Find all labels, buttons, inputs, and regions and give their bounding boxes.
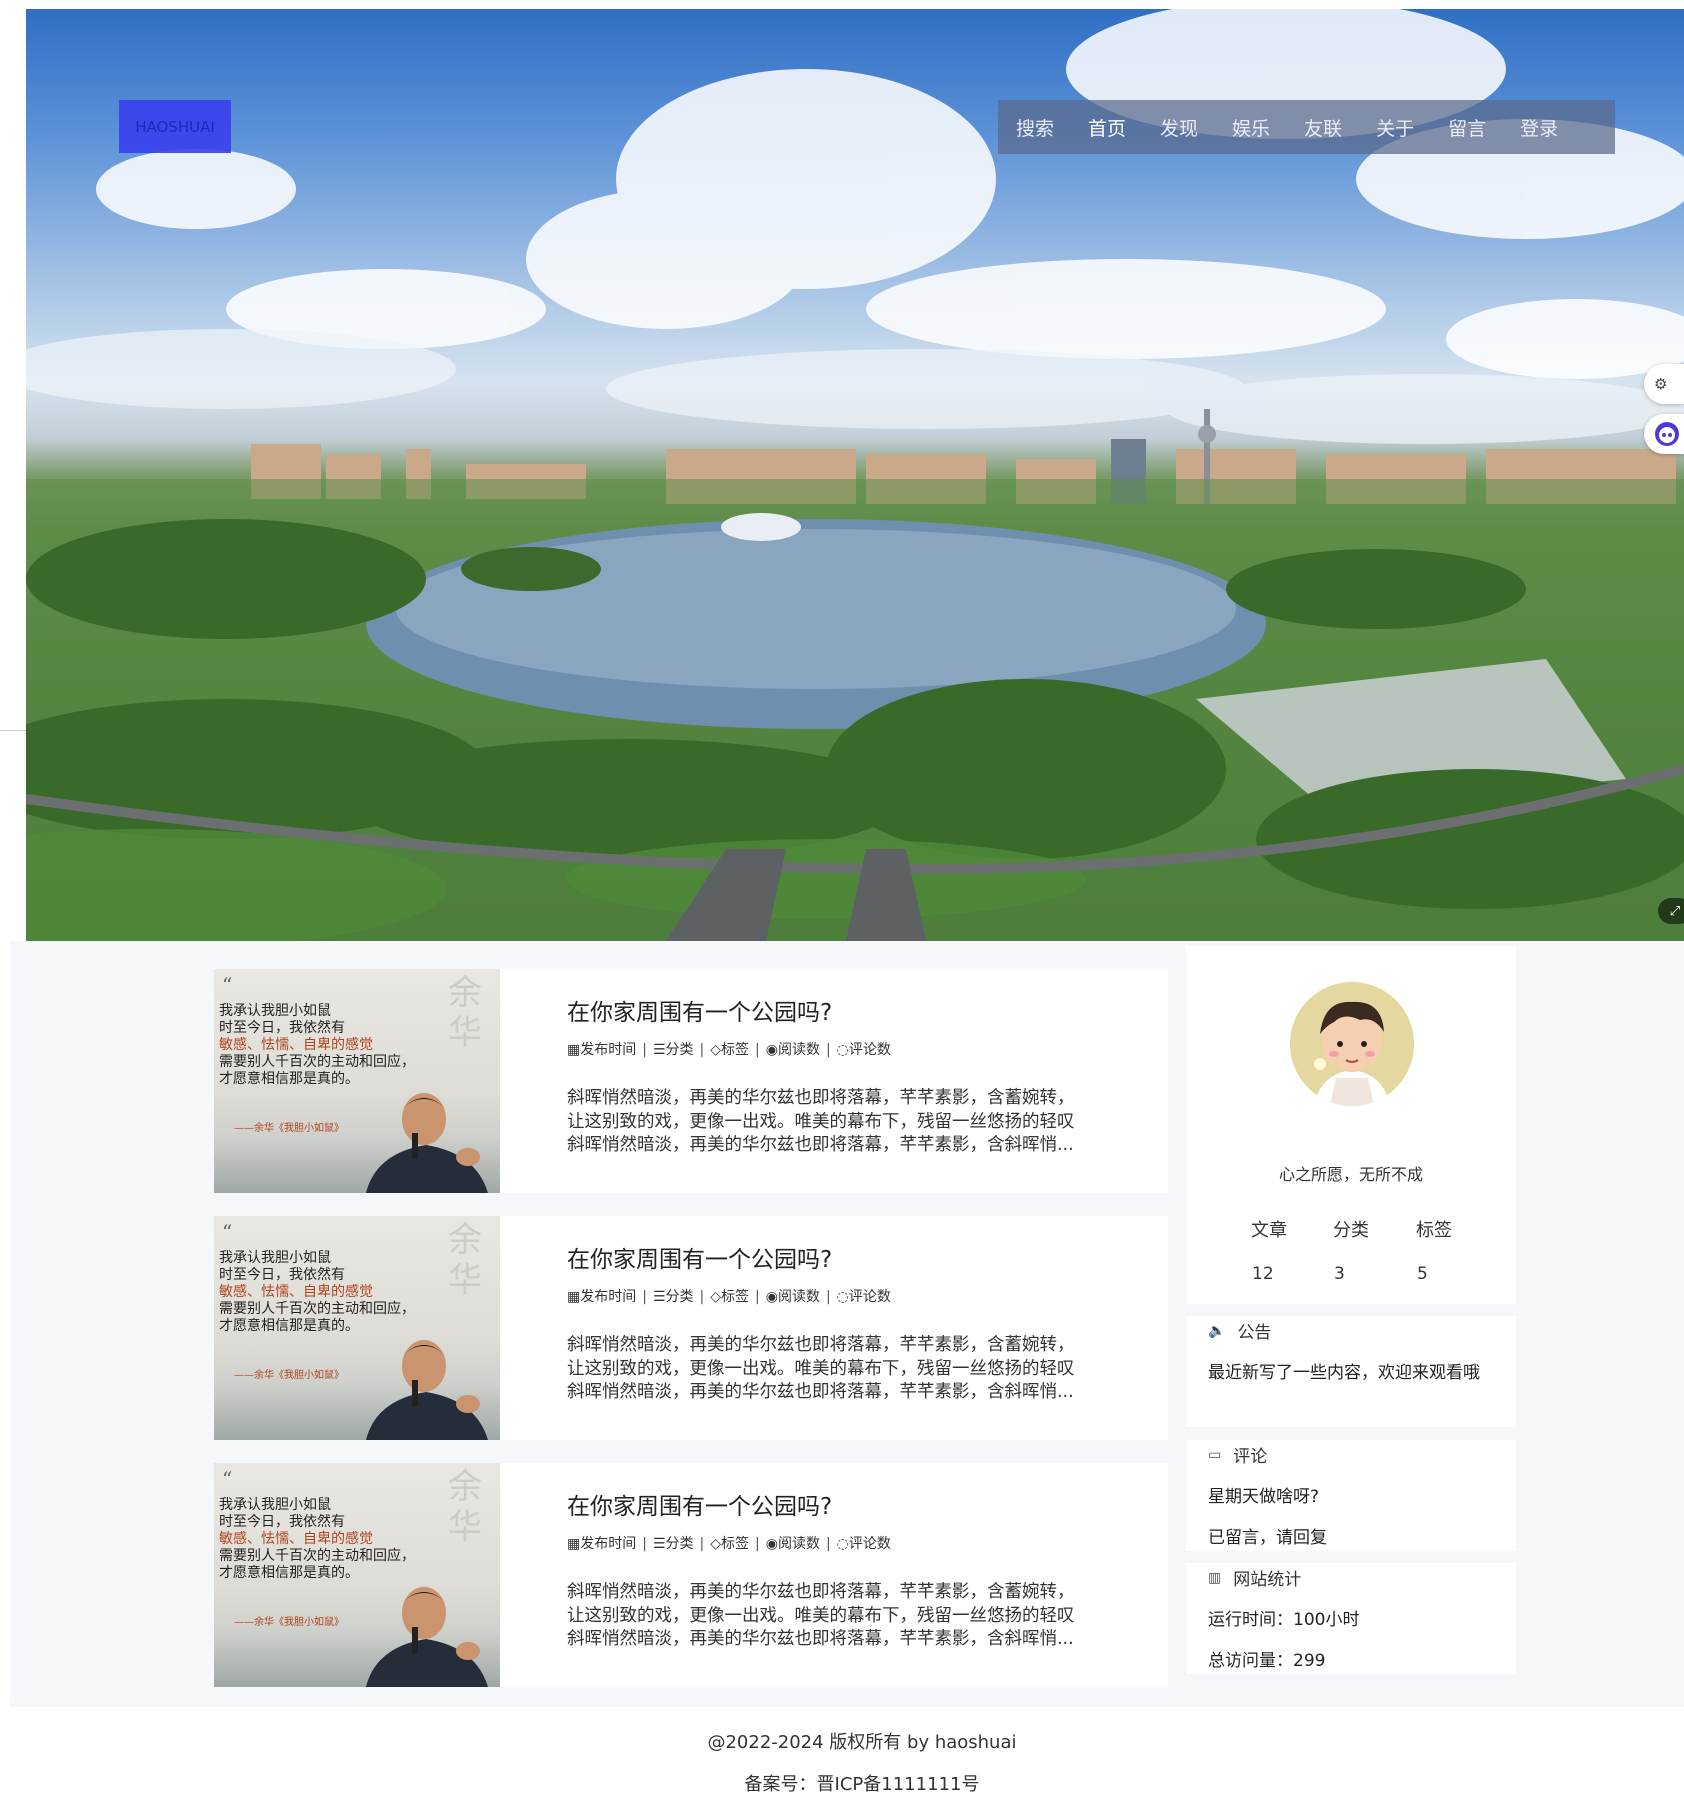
post-excerpt: 斜晖悄然暗淡，再美的华尔兹也即将落幕，芊芊素影，含蓄婉转， 让这别致的戏，更像一… <box>567 1335 1075 1402</box>
calendar-icon: ▦ <box>567 1042 581 1058</box>
thumb-quote-text: 我承认我胆小如鼠 时至今日，我依然有 敏感、怯懦、自卑的感觉 需要别人千百次的主… <box>219 1003 415 1087</box>
post-card[interactable]: “ 余华 我承认我胆小如鼠 时至今日，我依然有 敏感、怯懦、自卑的感觉 需要别人… <box>214 1463 1168 1687</box>
category-icon: ☰ <box>652 1042 666 1058</box>
post-meta: ▦发布时间 | ☰分类 | ◇标签 | ◉阅读数 | ◌评论数 <box>567 1042 891 1058</box>
site-stats-card: ▥ 网站统计 运行时间：100小时 总访问量：299 <box>1186 1563 1516 1674</box>
nav-message-board[interactable]: 留言 <box>1448 114 1486 141</box>
thumb-quote-text: 我承认我胆小如鼠 时至今日，我依然有 敏感、怯懦、自卑的感觉 需要别人千百次的主… <box>219 1250 415 1334</box>
stat-articles-label[interactable]: 文章 <box>1251 1216 1287 1242</box>
footer-icp[interactable]: 备案号：晋ICP备1111111号 <box>0 1770 1684 1796</box>
stat-articles-value: 12 <box>1252 1264 1274 1284</box>
comment-bubble-icon: ▭ <box>1208 1446 1222 1463</box>
site-visits: 总访问量：299 <box>1208 1651 1326 1671</box>
post-title[interactable]: 在你家周围有一个公园吗? <box>567 993 832 1027</box>
expand-button[interactable]: ⤢ <box>1658 898 1684 924</box>
post-excerpt: 斜晖悄然暗淡，再美的华尔兹也即将落幕，芊芊素影，含蓄婉转， 让这别致的戏，更像一… <box>567 1088 1075 1155</box>
comment-icon: ◌ <box>836 1042 849 1058</box>
robot-icon <box>1655 422 1679 446</box>
post-thumbnail[interactable]: “ 余华 我承认我胆小如鼠 时至今日，我依然有 敏感、怯懦、自卑的感觉 需要别人… <box>214 1216 500 1440</box>
nav-friend-links[interactable]: 友联 <box>1304 114 1342 141</box>
footer-copyright: @2022-2024 版权所有 by haoshuai <box>707 1732 1017 1753</box>
post-thumbnail[interactable]: “ 余华 我承认我胆小如鼠 时至今日，我依然有 敏感、怯懦、自卑的感觉 需要别人… <box>214 1463 500 1687</box>
eye-icon: ◉ <box>765 1536 778 1552</box>
stat-categories-value: 3 <box>1334 1264 1345 1284</box>
avatar[interactable] <box>1290 982 1414 1106</box>
nav-login[interactable]: 登录 <box>1520 114 1558 141</box>
comments-card: ▭ 评论 星期天做啥呀? 已留言，请回复 <box>1186 1440 1516 1551</box>
bar-chart-icon: ▥ <box>1208 1569 1222 1586</box>
stat-categories-label[interactable]: 分类 <box>1333 1216 1369 1242</box>
author-portrait <box>366 1093 488 1193</box>
comment-item[interactable]: 已留言，请回复 <box>1208 1523 1327 1548</box>
tag-icon: ◇ <box>710 1042 722 1058</box>
author-portrait <box>366 1587 488 1687</box>
quote-mark-icon: “ <box>222 1467 233 1491</box>
speaker-icon: 🔈 <box>1208 1322 1226 1339</box>
settings-side-button[interactable]: ⚙ <box>1644 364 1684 404</box>
settings-icon: ⚙ <box>1654 375 1668 393</box>
comments-header: ▭ 评论 <box>1208 1446 1268 1468</box>
avatar-illustration <box>1290 982 1414 1106</box>
robot-side-button[interactable] <box>1644 414 1684 454</box>
post-title[interactable]: 在你家周围有一个公园吗? <box>567 1487 832 1521</box>
stat-tags-value: 5 <box>1417 1264 1428 1284</box>
nav-search[interactable]: 搜索 <box>1016 114 1054 141</box>
calendar-icon: ▦ <box>567 1289 581 1305</box>
left-divider <box>0 730 26 731</box>
site-logo[interactable]: HAOSHUAI <box>119 100 231 153</box>
site-runtime: 运行时间：100小时 <box>1208 1610 1360 1630</box>
thumb-quote-text: 我承认我胆小如鼠 时至今日，我依然有 敏感、怯懦、自卑的感觉 需要别人千百次的主… <box>219 1497 415 1581</box>
eye-icon: ◉ <box>765 1289 778 1305</box>
footer: @2022-2024 版权所有 by haoshuai 备案号：晋ICP备111… <box>26 1710 1684 1815</box>
author-portrait <box>366 1340 488 1440</box>
hero-banner: HAOSHUAI 搜索 首页 发现 娱乐 友联 关于 留言 登录 ⤢ <box>26 9 1684 941</box>
tag-icon: ◇ <box>710 1289 722 1305</box>
expand-icon: ⤢ <box>1669 903 1681 919</box>
notice-card: 🔈 公告 最近新写了一些内容，欢迎来观看哦 <box>1186 1316 1516 1427</box>
category-icon: ☰ <box>652 1289 666 1305</box>
comment-icon: ◌ <box>836 1289 849 1305</box>
eye-icon: ◉ <box>765 1042 778 1058</box>
tag-icon: ◇ <box>710 1536 722 1552</box>
stat-tags-label[interactable]: 标签 <box>1416 1216 1452 1242</box>
post-excerpt: 斜晖悄然暗淡，再美的华尔兹也即将落幕，芊芊素影，含蓄婉转， 让这别致的戏，更像一… <box>567 1582 1075 1649</box>
nav-home[interactable]: 首页 <box>1088 114 1126 141</box>
profile-card: 心之所愿，无所不成 文章 分类 标签 12 3 5 <box>1186 946 1516 1304</box>
post-thumbnail[interactable]: “ 余华 我承认我胆小如鼠 时至今日，我依然有 敏感、怯懦、自卑的感觉 需要别人… <box>214 969 500 1193</box>
site-stats-header: ▥ 网站统计 <box>1208 1569 1302 1591</box>
nav-discover[interactable]: 发现 <box>1160 114 1198 141</box>
post-title[interactable]: 在你家周围有一个公园吗? <box>567 1240 832 1274</box>
category-icon: ☰ <box>652 1536 666 1552</box>
quote-mark-icon: “ <box>222 1220 233 1244</box>
post-card[interactable]: “ 余华 我承认我胆小如鼠 时至今日，我依然有 敏感、怯懦、自卑的感觉 需要别人… <box>214 1216 1168 1440</box>
post-meta: ▦发布时间 | ☰分类 | ◇标签 | ◉阅读数 | ◌评论数 <box>567 1289 891 1305</box>
post-meta: ▦发布时间 | ☰分类 | ◇标签 | ◉阅读数 | ◌评论数 <box>567 1536 891 1552</box>
quote-mark-icon: “ <box>222 973 233 997</box>
notice-header: 🔈 公告 <box>1208 1322 1272 1344</box>
post-card[interactable]: “ 余华 我承认我胆小如鼠 时至今日，我依然有 敏感、怯懦、自卑的感觉 需要别人… <box>214 969 1168 1193</box>
notice-text: 最近新写了一些内容，欢迎来观看哦 <box>1208 1363 1480 1383</box>
thumb-signature: ——余华《我胆小如鼠》 <box>234 1123 344 1134</box>
thumb-signature: ——余华《我胆小如鼠》 <box>234 1617 344 1628</box>
comment-item[interactable]: 星期天做啥呀? <box>1208 1482 1319 1507</box>
main-nav: 搜索 首页 发现 娱乐 友联 关于 留言 登录 <box>998 100 1615 154</box>
site-logo-text: HAOSHUAI <box>135 117 215 136</box>
nav-entertainment[interactable]: 娱乐 <box>1232 114 1270 141</box>
profile-motto: 心之所愿，无所不成 <box>1278 1165 1423 1184</box>
calendar-icon: ▦ <box>567 1536 581 1552</box>
nav-about[interactable]: 关于 <box>1376 114 1414 141</box>
thumb-signature: ——余华《我胆小如鼠》 <box>234 1370 344 1381</box>
comment-icon: ◌ <box>836 1536 849 1552</box>
